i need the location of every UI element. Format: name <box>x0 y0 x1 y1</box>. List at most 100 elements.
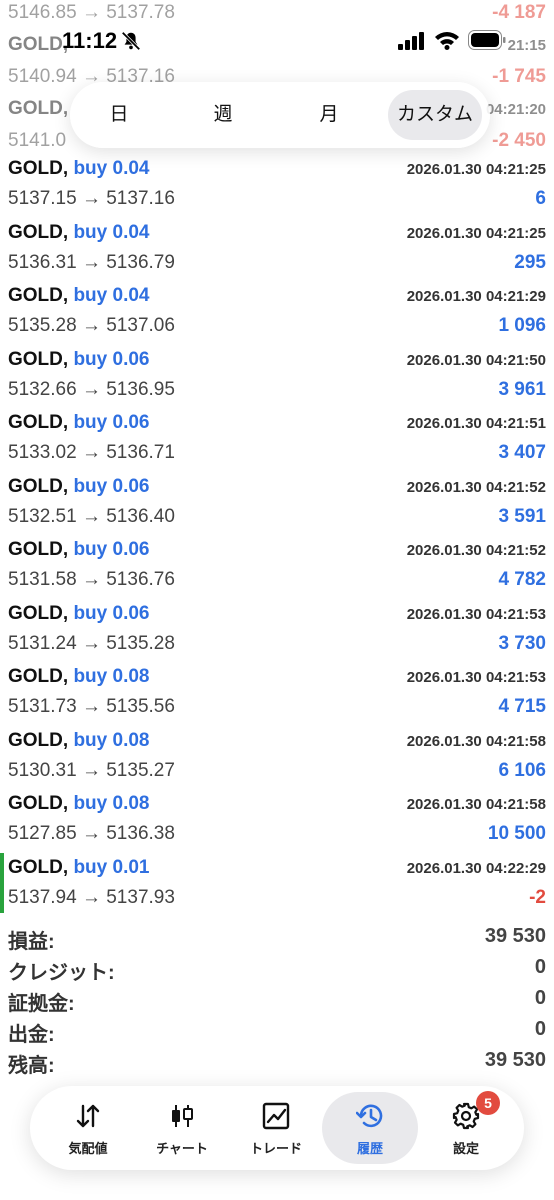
period-tab-day[interactable]: 日 <box>84 90 154 140</box>
signal-icon <box>398 32 424 50</box>
deal-symbol: GOLD, buy 0.06 <box>8 476 150 498</box>
deal-symbol-name: GOLD, <box>8 539 69 560</box>
period-tab-week[interactable]: 週 <box>188 90 258 140</box>
deal-row-selected[interactable]: GOLD, buy 0.01 2026.01.30 04:22:29 5137.… <box>0 851 554 915</box>
deal-prices: 5132.51 → 5136.40 <box>8 505 175 527</box>
quotes-arrows-icon <box>76 1104 100 1128</box>
summary-row-credit: クレジット: 0 <box>0 953 554 984</box>
deal-profit: 10 500 <box>487 823 546 844</box>
deal-side: buy 0.06 <box>73 475 150 497</box>
deal-datetime: 2026.01.30 04:21:58 <box>406 732 546 750</box>
deal-row[interactable]: GOLD, buy 0.06 2026.01.30 04:21:51 5133.… <box>0 406 554 470</box>
trade-chart-icon <box>262 1102 290 1130</box>
deal-symbol: GOLD, buy 0.08 <box>8 793 150 815</box>
deal-side: buy 0.08 <box>73 666 150 687</box>
deal-symbol-name: GOLD, <box>8 158 69 179</box>
summary-value: 0 <box>534 956 546 978</box>
deal-prices: 5137.94 → 5137.93 <box>8 886 175 908</box>
deal-profit: 4 715 <box>498 696 546 717</box>
deal-row[interactable]: GOLD, buy 0.08 2026.01.30 04:21:58 5127.… <box>0 787 554 851</box>
status-time: 11:12 <box>62 28 118 53</box>
deal-symbol: GOLD, buy 0.01 <box>8 857 150 879</box>
nav-quotes[interactable]: 気配値 <box>40 1092 136 1164</box>
status-bar: 11:12 <box>0 0 554 58</box>
nav-chart[interactable]: チャート <box>134 1092 230 1164</box>
deal-datetime: 2026.01.30 04:21:52 <box>406 478 546 496</box>
deal-symbol-name: GOLD, <box>8 793 69 814</box>
deal-row[interactable]: GOLD, buy 0.06 2026.01.30 04:21:50 5132.… <box>0 343 554 407</box>
summary-row-withdrawal: 出金: 0 <box>0 1015 554 1046</box>
nav-label: トレード <box>249 1141 302 1156</box>
deal-symbol: GOLD, buy 0.06 <box>8 349 150 371</box>
deal-prices: 5132.66 → 5136.95 <box>8 378 175 400</box>
summary-value: 39 530 <box>484 925 546 947</box>
deal-prices: 5136.31 → 5136.79 <box>8 251 175 273</box>
deal-profit: 3 407 <box>498 442 546 463</box>
summary-label: 残高: <box>8 1055 55 1077</box>
deal-datetime: 2026.01.30 04:21:58 <box>406 796 546 813</box>
deal-side: buy 0.01 <box>73 856 150 878</box>
deal-datetime: 2026.01.30 04:21:53 <box>406 605 546 623</box>
summary-label: 損益: <box>8 931 55 953</box>
deal-datetime: 2026.01.30 04:21:51 <box>406 415 546 432</box>
ghost-left: 5141.0 <box>8 130 67 151</box>
deal-prices: 5133.02 → 5136.71 <box>8 442 175 463</box>
deal-side: buy 0.06 <box>73 602 150 624</box>
deal-symbol-name: GOLD, <box>8 602 69 624</box>
deal-prices: 5135.28 → 5137.06 <box>8 315 175 336</box>
deal-prices: 5130.31 → 5135.27 <box>8 759 175 781</box>
history-clock-icon <box>356 1104 383 1128</box>
deal-row[interactable]: GOLD, buy 0.04 2026.01.30 04:21:29 5135.… <box>0 279 554 343</box>
deal-datetime: 2026.01.30 04:21:50 <box>406 351 546 369</box>
notification-badge: 5 <box>476 1091 500 1115</box>
nav-settings[interactable]: 5 設定 <box>418 1091 514 1164</box>
summary-value: 0 <box>534 1018 546 1040</box>
deal-row[interactable]: GOLD, buy 0.08 2026.01.30 04:21:53 5131.… <box>0 660 554 724</box>
deal-prices: 5127.85 → 5136.38 <box>8 823 175 844</box>
summary-value: 39 530 <box>484 1049 546 1071</box>
deal-side: buy 0.06 <box>73 348 150 370</box>
deal-row[interactable]: GOLD, buy 0.06 2026.01.30 04:21:53 5131.… <box>0 597 554 661</box>
wifi-icon <box>435 32 459 50</box>
deal-profit: 6 <box>535 188 546 209</box>
candlestick-icon <box>172 1105 193 1127</box>
nav-history[interactable]: 履歴 <box>322 1092 418 1164</box>
deal-profit: 1 096 <box>498 315 546 336</box>
period-segmented-control: 日 週 月 カスタム <box>70 82 490 148</box>
deal-row[interactable]: GOLD, buy 0.06 2026.01.30 04:21:52 5131.… <box>0 533 554 597</box>
nav-label: 設定 <box>452 1141 479 1156</box>
ghost-left: GOLD, <box>8 98 69 119</box>
ghost-right: -1 745 <box>492 66 546 87</box>
nav-trade[interactable]: トレード <box>228 1092 324 1164</box>
summary-row-balance: 残高: 39 530 <box>0 1046 554 1077</box>
nav-label: 気配値 <box>68 1141 108 1156</box>
deal-row[interactable]: GOLD, buy 0.04 2026.01.30 04:21:25 5137.… <box>0 152 554 216</box>
deal-row[interactable]: GOLD, buy 0.08 2026.01.30 04:21:58 5130.… <box>0 724 554 788</box>
deal-row[interactable]: GOLD, buy 0.06 2026.01.30 04:21:52 5132.… <box>0 470 554 534</box>
deal-datetime: 2026.01.30 04:21:25 <box>406 224 546 242</box>
ghost-right: 04:21:20 <box>485 101 546 118</box>
deal-profit: 4 782 <box>498 569 546 590</box>
summary-label: 出金: <box>8 1024 55 1046</box>
deal-symbol: GOLD, buy 0.04 <box>8 222 150 244</box>
deal-row[interactable]: GOLD, buy 0.04 2026.01.30 04:21:25 5136.… <box>0 216 554 280</box>
deal-symbol: GOLD, buy 0.08 <box>8 730 150 752</box>
deal-symbol-name: GOLD, <box>8 221 69 243</box>
deal-datetime: 2026.01.30 04:21:53 <box>406 669 546 686</box>
deal-symbol-name: GOLD, <box>8 856 69 878</box>
deal-symbol-name: GOLD, <box>8 475 69 497</box>
account-summary: 損益: 39 530 クレジット: 0 証拠金: 0 出金: 0 残高: 39 … <box>0 922 554 1077</box>
deal-side: buy 0.06 <box>73 539 150 560</box>
deal-side: buy 0.04 <box>73 158 150 179</box>
deal-symbol-name: GOLD, <box>8 348 69 370</box>
nav-label: 履歴 <box>356 1141 383 1156</box>
deal-profit: -2 <box>529 886 546 908</box>
deal-symbol-name: GOLD, <box>8 285 69 306</box>
deal-side: buy 0.08 <box>73 793 150 814</box>
period-tab-month[interactable]: 月 <box>294 90 364 140</box>
period-tab-custom[interactable]: カスタム <box>388 90 482 140</box>
summary-value: 0 <box>534 987 546 1009</box>
deal-prices: 5131.24 → 5135.28 <box>8 632 175 654</box>
bell-off-icon <box>121 31 141 51</box>
deal-symbol-name: GOLD, <box>8 412 69 433</box>
